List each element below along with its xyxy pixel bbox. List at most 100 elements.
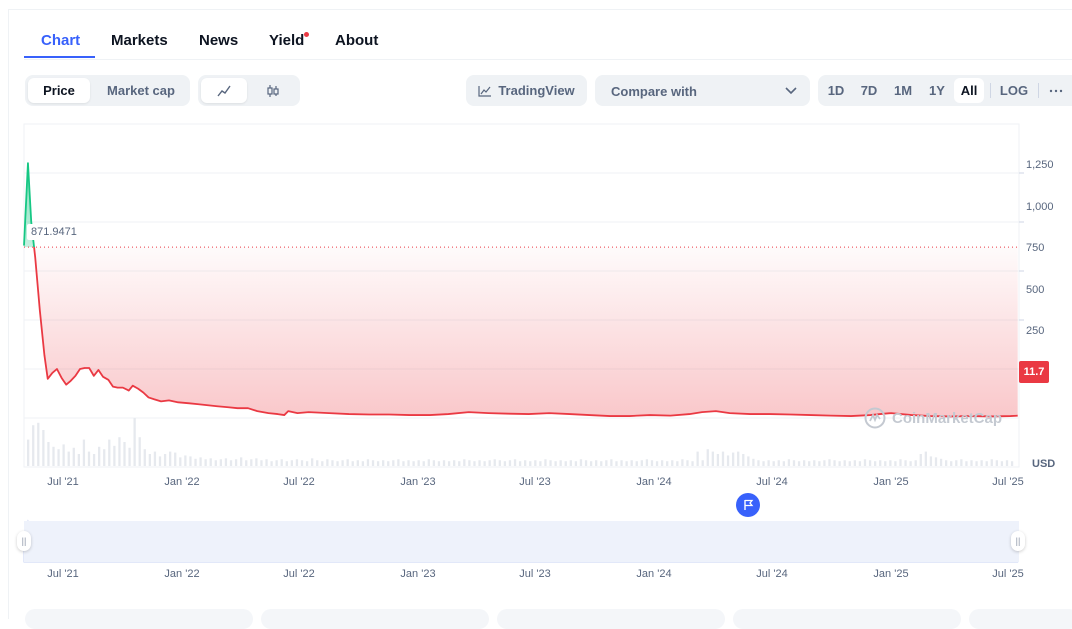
volume-bar <box>143 449 146 466</box>
volume-bar <box>503 461 507 466</box>
volume-bar <box>630 460 633 466</box>
volume-bar <box>721 451 725 466</box>
reference-price-label: 871.9471 <box>27 224 81 240</box>
volume-bar <box>752 458 755 466</box>
navigator-left-handle[interactable]: || <box>17 531 31 551</box>
volume-bar <box>447 461 451 466</box>
volume-bar <box>427 459 430 466</box>
navigator-right-handle[interactable]: || <box>1011 531 1025 551</box>
volume-bar <box>1000 461 1004 466</box>
volume-bar <box>508 460 512 466</box>
volume-bar <box>326 459 329 466</box>
volume-bar <box>813 460 816 466</box>
volume-bar <box>366 459 370 466</box>
x-tick-label: Jan '24 <box>636 476 672 488</box>
volume-bar <box>214 460 217 466</box>
navigator-x-tick-label: Jul '25 <box>992 568 1024 580</box>
range-navigator[interactable] <box>24 521 1019 562</box>
volume-bar <box>113 445 116 466</box>
volume-bar <box>960 459 963 466</box>
volume-bar <box>108 439 111 466</box>
navigator-x-tick-label: Jan '23 <box>400 568 436 580</box>
volume-bar <box>407 460 410 466</box>
volume-bar <box>701 460 704 466</box>
flag-icon <box>744 499 754 510</box>
volume-bar <box>300 460 304 466</box>
volume-bar <box>534 460 537 466</box>
volume-bar <box>777 460 780 466</box>
volume-bar <box>584 460 588 466</box>
navigator-x-tick-label: Jan '22 <box>164 568 200 580</box>
volume-bar <box>478 460 481 466</box>
volume-bar <box>234 459 238 466</box>
volume-bar <box>848 461 851 466</box>
navigator-x-tick-label: Jul '24 <box>756 568 788 580</box>
volume-bar <box>625 461 628 466</box>
volume-bar <box>808 461 811 466</box>
volume-bar <box>275 460 278 466</box>
volume-bar <box>544 459 547 466</box>
volume-bar <box>554 461 557 466</box>
volume-bar <box>351 461 354 466</box>
volume-bar <box>42 430 45 466</box>
volume-bar <box>153 451 157 466</box>
volume-bar <box>316 460 319 466</box>
volume-bar <box>382 460 385 466</box>
volume-bar <box>483 461 486 466</box>
x-tick-label: Jul '22 <box>283 476 315 488</box>
volume-bar <box>361 461 365 466</box>
volume-bar <box>331 460 334 466</box>
volume-bar <box>397 459 400 466</box>
volume-bar <box>858 461 862 466</box>
volume-bar <box>899 459 902 466</box>
volume-bar <box>696 451 699 466</box>
volume-bar <box>356 460 359 466</box>
volume-bar <box>260 460 263 466</box>
volume-bar <box>412 461 415 466</box>
volume-bar <box>838 461 841 466</box>
volume-bar <box>716 454 720 466</box>
volume-bar <box>529 461 532 466</box>
volume-bar <box>965 461 968 466</box>
x-tick-label: Jul '25 <box>992 476 1024 488</box>
volume-bar <box>792 460 796 466</box>
volume-bar <box>640 460 643 466</box>
volume-bar <box>305 461 309 466</box>
event-flag-marker[interactable] <box>736 493 760 517</box>
volume-bar <box>574 461 578 466</box>
volume-bar <box>985 461 988 466</box>
volume-bar <box>524 460 527 466</box>
volume-bar <box>250 459 253 466</box>
volume-bar <box>82 439 86 466</box>
volume-bar <box>280 459 283 466</box>
volume-bar <box>589 461 593 466</box>
x-tick-label: Jan '23 <box>400 476 436 488</box>
volume-bar <box>818 461 821 466</box>
volume-bar <box>473 461 476 466</box>
volume-bar <box>103 449 106 466</box>
stat-card <box>497 609 725 629</box>
volume-bar <box>919 454 922 466</box>
volume-bar <box>255 458 258 466</box>
volume-bar <box>32 425 35 466</box>
volume-bar <box>605 460 608 466</box>
volume-bar <box>767 460 770 466</box>
volume-bar <box>853 460 856 466</box>
volume-bar <box>539 461 542 466</box>
volume-bar <box>787 459 791 466</box>
volume-bar <box>458 461 461 466</box>
volume-bar <box>650 460 654 466</box>
volume-bar <box>123 442 126 466</box>
volume-bar <box>833 460 836 466</box>
y-tick-label: 500 <box>1026 284 1045 296</box>
volume-bar <box>873 461 877 466</box>
price-area-down <box>34 247 1018 417</box>
volume-bar <box>422 461 425 466</box>
volume-bar <box>148 454 152 466</box>
x-tick-label: Jul '21 <box>47 476 79 488</box>
volume-bar <box>392 460 395 466</box>
x-tick-label: Jan '22 <box>164 476 200 488</box>
volume-bar <box>67 451 70 466</box>
volume-bar <box>600 461 603 466</box>
volume-bar <box>27 439 30 466</box>
